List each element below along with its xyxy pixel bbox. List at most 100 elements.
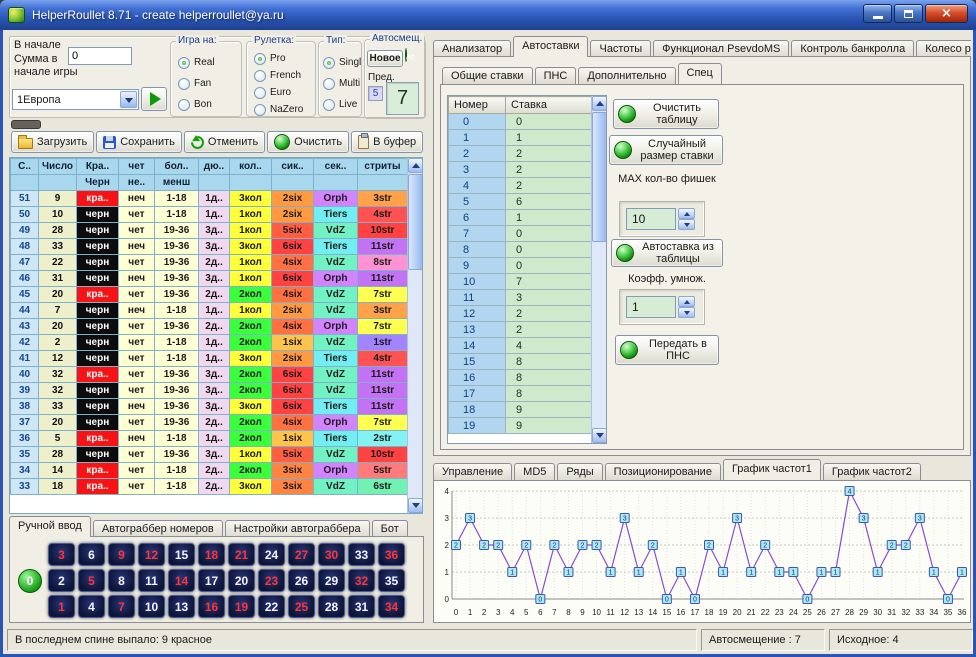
history-scrollbar[interactable] (407, 158, 423, 513)
minimize-button[interactable] (863, 4, 892, 23)
history-row[interactable]: 4112чернчет1-181д..3кол2sixTiers4str (11, 351, 408, 367)
history-row[interactable]: 3720чернчет19-362д..2кол4sixOrph7str (11, 415, 408, 431)
tab-дополнительно[interactable]: Дополнительно (578, 67, 675, 84)
bet-scrollbar[interactable] (591, 96, 607, 443)
new-autoshift-button[interactable]: Новое (367, 50, 403, 67)
tab-ряды[interactable]: Ряды (557, 463, 602, 480)
tab-частоты[interactable]: Частоты (590, 40, 651, 57)
play-button[interactable] (141, 87, 167, 111)
number-button-30[interactable]: 30 (318, 543, 345, 566)
tab-график-частот2[interactable]: График частот2 (823, 463, 921, 480)
number-button-17[interactable]: 17 (198, 569, 225, 592)
clear-table-button[interactable]: Очистить таблицу (613, 99, 719, 129)
stepper-down-button[interactable] (678, 219, 695, 230)
number-button-3[interactable]: 3 (48, 543, 75, 566)
number-button-5[interactable]: 5 (78, 569, 105, 592)
history-row[interactable]: 3932чернчет19-363д..2кол6sixVdZ11str (11, 383, 408, 399)
autobet-from-table-button[interactable]: Автоставка из таблицы (611, 239, 723, 267)
bet-row[interactable]: 132 (449, 322, 592, 338)
number-button-7[interactable]: 7 (108, 595, 135, 618)
tab-управление[interactable]: Управление (433, 463, 512, 480)
tab-md5[interactable]: MD5 (514, 463, 555, 480)
number-button-25[interactable]: 25 (288, 595, 315, 618)
start-sum-input[interactable] (68, 47, 132, 65)
radio-real[interactable]: Real (178, 56, 215, 69)
scroll-down-button[interactable] (408, 498, 423, 513)
scroll-down-button[interactable] (592, 428, 607, 443)
bet-row[interactable]: 42 (449, 178, 592, 194)
number-button-15[interactable]: 15 (168, 543, 195, 566)
number-button-1[interactable]: 1 (48, 595, 75, 618)
bet-row[interactable]: 00 (449, 114, 592, 130)
number-button-34[interactable]: 34 (378, 595, 405, 618)
bet-row[interactable]: 158 (449, 354, 592, 370)
tab-спец[interactable]: Спец (678, 63, 722, 84)
history-row[interactable]: 519кра..неч1-181д..3кол2sixOrph3str (11, 191, 408, 207)
bet-row[interactable]: 11 (449, 130, 592, 146)
number-button-13[interactable]: 13 (168, 595, 195, 618)
history-row[interactable]: 4928чернчет19-363д..1кол5sixVdZ10str (11, 223, 408, 239)
history-row[interactable]: 447черннеч1-181д..1кол2sixVdZ3str (11, 303, 408, 319)
close-button[interactable]: × (925, 4, 968, 23)
number-button-8[interactable]: 8 (108, 569, 135, 592)
number-button-31[interactable]: 31 (348, 595, 375, 618)
radio-bon[interactable]: Bon (178, 98, 215, 111)
tab-автоставки[interactable]: Автоставки (513, 36, 588, 57)
undo-button[interactable]: Отменить (184, 131, 265, 153)
history-row[interactable]: 4520кра..чет19-362д..2кол4sixVdZ7str (11, 287, 408, 303)
tab-бот[interactable]: Бот (372, 520, 408, 537)
radio-live[interactable]: Live (323, 98, 361, 111)
scroll-up-button[interactable] (408, 158, 423, 173)
titlebar[interactable]: HelperRoullet 8.71 - create helperroulle… (0, 0, 976, 30)
preset-combobox[interactable]: 1Европа (12, 89, 139, 110)
scroll-thumb[interactable] (408, 174, 423, 270)
combo-dropdown-button[interactable] (120, 91, 137, 108)
tab-настройки-автограббера[interactable]: Настройки автограббера (225, 520, 370, 537)
random-bet-size-button[interactable]: Случайный размер ставки (609, 135, 723, 165)
history-row[interactable]: 4320чернчет19-362д..2кол4sixOrph7str (11, 319, 408, 335)
tab-пнс[interactable]: ПНС (535, 67, 577, 84)
maximize-button[interactable] (894, 4, 923, 23)
number-button-12[interactable]: 12 (138, 543, 165, 566)
clear-globe-button[interactable]: Очистить (267, 131, 349, 153)
history-row[interactable]: 4722чернчет19-362д..1кол4sixVdZ8str (11, 255, 408, 271)
radio-euro[interactable]: Euro (254, 86, 303, 99)
bet-row[interactable]: 80 (449, 242, 592, 258)
number-button-20[interactable]: 20 (228, 569, 255, 592)
number-button-4[interactable]: 4 (78, 595, 105, 618)
history-row[interactable]: 4631черннеч19-363д..1кол6sixOrph11str (11, 271, 408, 287)
bet-row[interactable]: 189 (449, 402, 592, 418)
number-button-10[interactable]: 10 (138, 595, 165, 618)
save-disk-button[interactable]: Сохранить (96, 131, 182, 153)
history-row[interactable]: 4833черннеч19-363д..3кол6sixTiers11str (11, 239, 408, 255)
number-button-6[interactable]: 6 (78, 543, 105, 566)
tab-автограббер-номеров[interactable]: Автограббер номеров (93, 520, 223, 537)
radio-pro[interactable]: Pro (254, 52, 303, 65)
bet-row[interactable]: 122 (449, 306, 592, 322)
history-row[interactable]: 3528чернчет19-363д..1кол5sixVdZ10str (11, 447, 408, 463)
number-button-11[interactable]: 11 (138, 569, 165, 592)
number-button-35[interactable]: 35 (378, 569, 405, 592)
number-button-19[interactable]: 19 (228, 595, 255, 618)
radio-singl[interactable]: Singl (323, 56, 361, 69)
tab-график-частот1[interactable]: График частот1 (723, 459, 821, 480)
bet-row[interactable]: 56 (449, 194, 592, 210)
history-row[interactable]: 3414кра..чет1-182д..2кол3sixOrph5str (11, 463, 408, 479)
bet-row[interactable]: 199 (449, 418, 592, 434)
number-button-33[interactable]: 33 (348, 543, 375, 566)
bet-row[interactable]: 107 (449, 274, 592, 290)
stepper-up-button[interactable] (678, 296, 695, 307)
number-button-2[interactable]: 2 (48, 569, 75, 592)
history-row[interactable]: 5010чернчет1-181д..1кол2sixTiers4str (11, 207, 408, 223)
number-button-18[interactable]: 18 (198, 543, 225, 566)
radio-multi[interactable]: Multi (323, 77, 361, 90)
bet-row[interactable]: 168 (449, 370, 592, 386)
history-row[interactable]: 422чернчет1-181д..2кол1sixVdZ1str (11, 335, 408, 351)
bet-row[interactable]: 90 (449, 258, 592, 274)
tab-контроль-банкролла[interactable]: Контроль банкролла (791, 40, 914, 57)
number-button-28[interactable]: 28 (318, 595, 345, 618)
bet-row[interactable]: 144 (449, 338, 592, 354)
history-row[interactable]: 3833черннеч19-363д..3кол6sixTiers11str (11, 399, 408, 415)
number-button-29[interactable]: 29 (318, 569, 345, 592)
number-button-14[interactable]: 14 (168, 569, 195, 592)
